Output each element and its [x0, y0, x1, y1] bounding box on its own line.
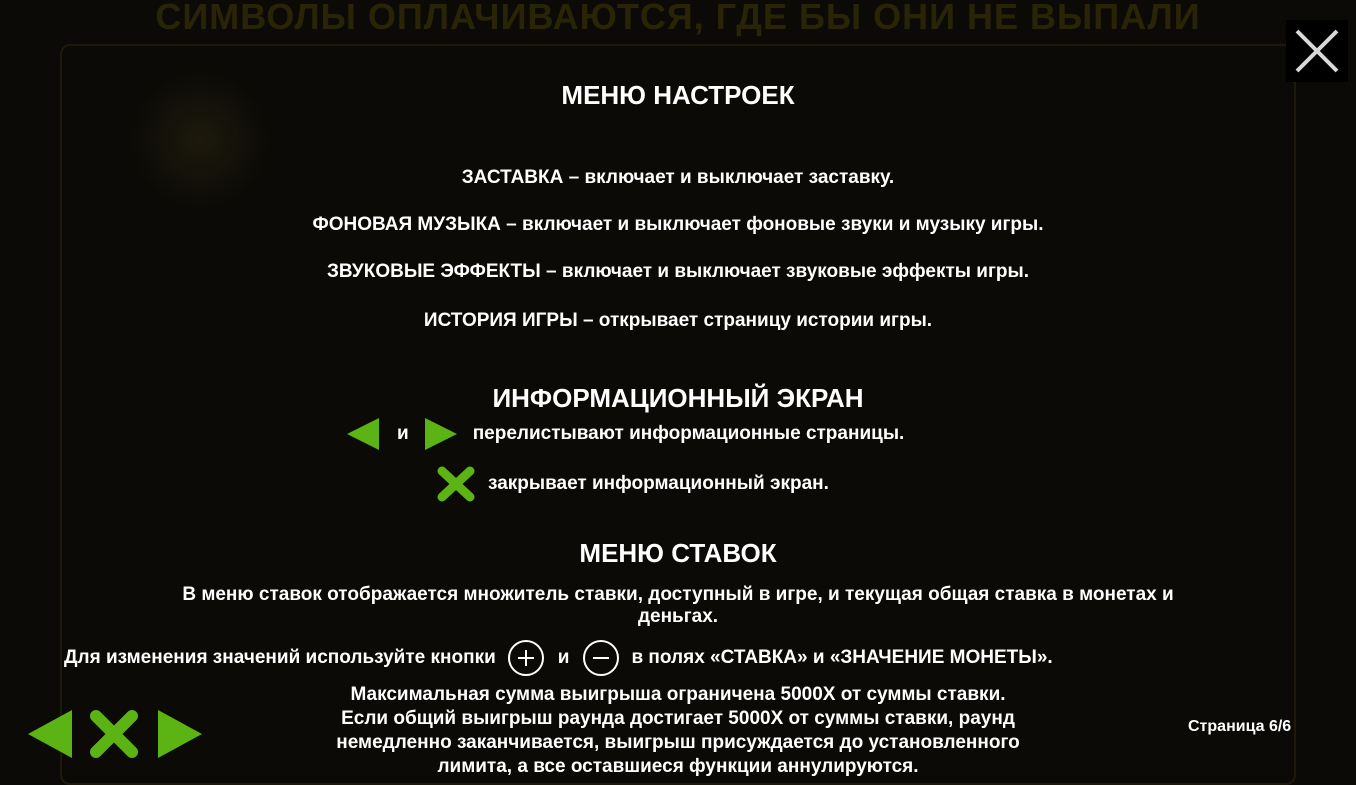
settings-line-effects: ЗВУКОВЫЕ ЭФФЕКТЫ – включает и выключает …	[327, 261, 1029, 282]
bet-menu-title: МЕНЮ СТАВОК	[579, 538, 777, 568]
arrow-left-icon	[347, 418, 379, 450]
bet-menu-line1b: деньгах.	[637, 606, 719, 627]
close-x-icon	[90, 710, 138, 758]
info-and-word: и	[397, 423, 409, 444]
bet-line2-post: в полях «СТАВКА» и «ЗНАЧЕНИЕ МОНЕТЫ».	[631, 647, 1053, 668]
prev-page-button[interactable]	[26, 708, 74, 765]
bottom-nav	[26, 708, 204, 765]
info-close-row: закрывает информационный экран.	[436, 466, 829, 502]
settings-line-splash: ЗАСТАВКА – включает и выключает заставку…	[461, 167, 895, 188]
close-button[interactable]	[1286, 20, 1348, 82]
bet-line2-pre: Для изменения значений используйте кнопк…	[64, 647, 496, 668]
background-title: СИМВОЛЫ ОПЛАЧИВАЮТСЯ, ГДЕ БЫ ОНИ НЕ ВЫПА…	[155, 0, 1201, 37]
settings-menu-title: МЕНЮ НАСТРОЕК	[561, 80, 795, 110]
arrow-right-icon	[158, 710, 202, 758]
bet-line2-and: и	[557, 647, 570, 668]
next-page-button[interactable]	[156, 708, 204, 765]
arrow-left-icon	[28, 710, 72, 758]
bet-menu-buttons-row: Для изменения значений используйте кнопк…	[64, 640, 1053, 676]
info-close-text: закрывает информационный экран.	[488, 473, 829, 494]
info-arrows-row: и перелистывают информационные страницы.	[345, 416, 904, 452]
settings-line-music: ФОНОВАЯ МУЗЫКА – включает и выключает фо…	[312, 214, 1044, 235]
minus-circle-icon	[583, 640, 620, 676]
plus-circle-icon	[507, 640, 544, 676]
arrow-right-icon	[424, 418, 457, 450]
page-indicator: Страница 6/6	[1188, 718, 1292, 735]
info-screen-title: ИНФОРМАЦИОННЫЙ ЭКРАН	[492, 383, 864, 413]
close-x-icon	[437, 466, 475, 502]
info-arrows-text: перелистывают информационные страницы.	[472, 423, 905, 444]
close-info-button[interactable]	[88, 708, 140, 765]
max-win-line-1: Максимальная сумма выигрыша ограничена 5…	[350, 684, 1006, 705]
close-icon	[1295, 29, 1339, 73]
settings-line-history: ИСТОРИЯ ИГРЫ – открывает страницу истори…	[423, 310, 933, 331]
bet-menu-line1: В меню ставок отображается множитель ста…	[182, 584, 1174, 605]
